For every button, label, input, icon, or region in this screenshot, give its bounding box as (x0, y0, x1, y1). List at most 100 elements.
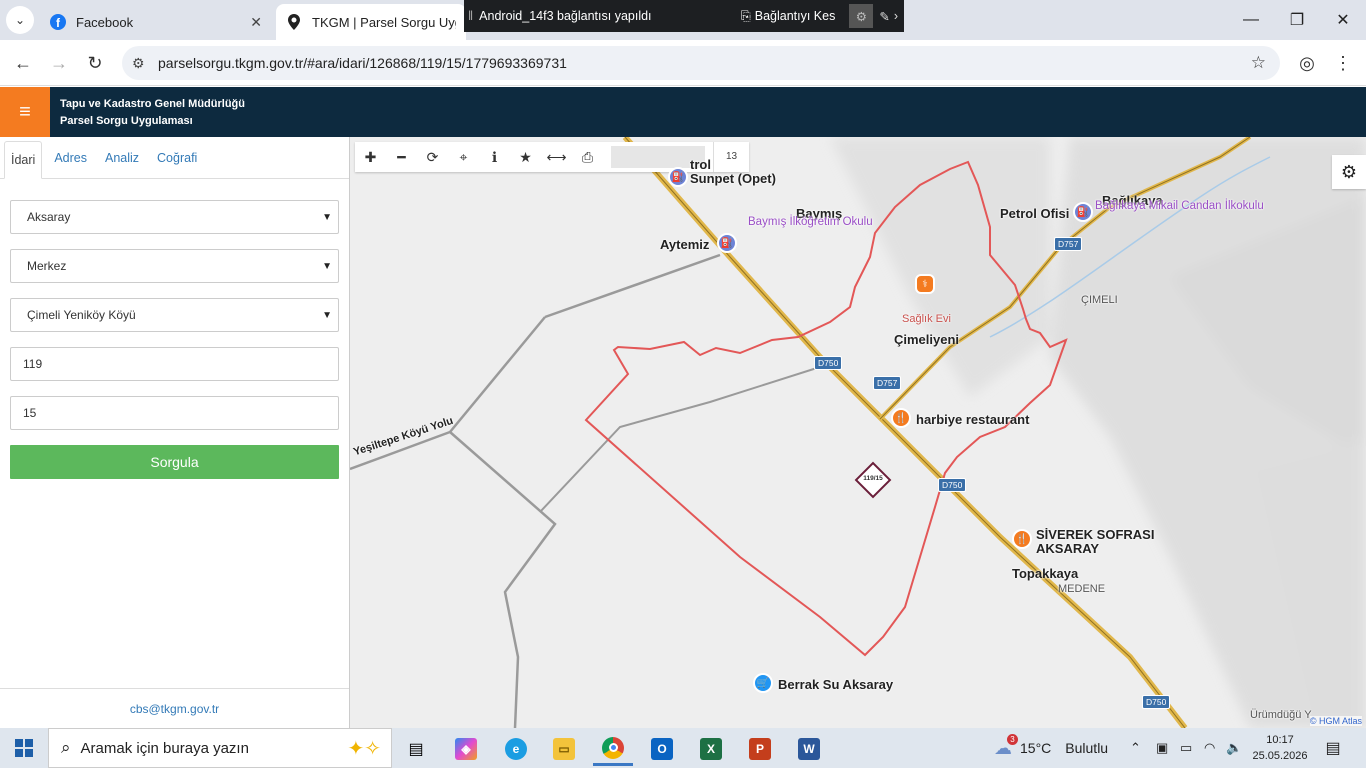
powerpoint-icon[interactable]: P (740, 732, 780, 766)
task-view-icon[interactable]: ▤ (396, 732, 436, 766)
reload-button[interactable]: ↻ (82, 50, 108, 76)
chrome-icon[interactable] (593, 732, 633, 766)
map-label-medene: MEDENE (1058, 583, 1106, 595)
address-bar[interactable]: ⚙ parselsorgu.tkgm.gov.tr/#ara/idari/126… (122, 46, 1280, 80)
meet-now-icon[interactable]: ▣ (1156, 728, 1168, 768)
url-text[interactable]: parselsorgu.tkgm.gov.tr/#ara/idari/12686… (158, 55, 567, 71)
bookmark-star-icon[interactable]: ☆ (1251, 53, 1266, 73)
weather-badge: 3 (1007, 733, 1018, 745)
fuel-station-icon[interactable]: ⛽ (717, 233, 737, 253)
tab-idari[interactable]: İdari (4, 141, 43, 179)
zoom-out-icon[interactable]: ━ (386, 142, 417, 172)
road-shield: D750 (814, 356, 843, 370)
volume-icon[interactable]: 🔈 (1226, 728, 1242, 768)
zoom-in-icon[interactable]: ✚ (355, 142, 386, 172)
health-center-icon[interactable]: ⚕ (915, 274, 935, 294)
weather-widget[interactable]: ☁ 3 15°C Bulutlu (994, 728, 1108, 768)
chevron-right-icon[interactable]: › (894, 9, 898, 23)
refresh-icon[interactable]: ⟳ (417, 142, 448, 172)
map-settings-gear-icon[interactable]: ⚙ (1332, 155, 1366, 189)
search-icon: ⌕ (61, 738, 71, 757)
clock-date: 25.05.2026 (1252, 750, 1308, 762)
notification-center-icon[interactable]: ▤ (1320, 736, 1346, 760)
parsel-value: 15 (23, 406, 37, 420)
weather-desc: Bulutlu (1065, 740, 1109, 756)
close-tab-icon[interactable]: ✕ (250, 14, 262, 31)
map-label-petrol-top: trol (690, 157, 711, 172)
forward-button[interactable]: → (46, 50, 72, 76)
sorgula-button[interactable]: Sorgula (10, 445, 339, 479)
search-placeholder: Aramak için buraya yazın (80, 739, 249, 757)
favorite-star-icon[interactable]: ★ (510, 142, 541, 172)
measure-icon[interactable]: ⟷ (541, 142, 572, 172)
il-select[interactable]: Aksaray ▼ (10, 200, 339, 234)
tab-cografi[interactable]: Coğrafi (151, 137, 203, 179)
chevron-down-icon: ⌄ (14, 13, 26, 27)
menu-kebab-icon[interactable]: ⋮ (1330, 50, 1356, 76)
map-label-saglik-evi: Sağlık Evi (902, 313, 951, 325)
brand-line2: Parsel Sorgu Uygulaması (60, 115, 193, 127)
wifi-icon[interactable]: ◠ (1204, 728, 1215, 768)
fuel-station-icon[interactable]: ⛽ (668, 167, 688, 187)
road-shield: D757 (873, 376, 902, 390)
disconnect-label: Bağlantıyı Kes (754, 9, 836, 23)
restaurant-icon[interactable]: 🍴 (891, 408, 911, 428)
shop-icon[interactable]: 🛒 (753, 673, 773, 693)
ada-input[interactable]: 119 (10, 347, 339, 381)
map-label-cimeli: ÇIMELI (1081, 294, 1118, 306)
fuel-station-icon[interactable]: ⛽ (1073, 202, 1093, 222)
windows-logo-icon (15, 739, 33, 757)
disconnect-button[interactable]: ⎘ Bağlantıyı Kes (741, 9, 836, 24)
start-button[interactable] (0, 728, 48, 768)
map-label-siverek1: SİVEREK SOFRASI (1036, 527, 1155, 542)
restore-button[interactable]: ❐ (1274, 0, 1320, 40)
map-view[interactable]: ✚ ━ ⟳ ⌖ ℹ ★ ⟷ ⎙ 13 ⚙ ⛽ trol Sunpet (Opet… (350, 137, 1366, 728)
facebook-icon: f (50, 14, 66, 30)
minimize-button[interactable]: — (1228, 0, 1274, 40)
hamburger-menu-icon[interactable]: ≡ (0, 87, 50, 137)
locate-icon[interactable]: ⌖ (448, 142, 479, 172)
tab-search-button[interactable]: ⌄ (6, 6, 34, 34)
print-icon[interactable]: ⎙ (572, 142, 603, 172)
word-icon[interactable]: W (789, 732, 829, 766)
road-shield: D750 (1142, 695, 1171, 709)
weather-temp: 15°C (1020, 740, 1052, 756)
ilce-select[interactable]: Merkez ▼ (10, 249, 339, 283)
system-clock[interactable]: 10:17 25.05.2026 (1252, 732, 1308, 764)
copilot-icon[interactable]: ◈ (446, 732, 486, 766)
map-label-urumdugu: Ürümdüğü Y (1250, 709, 1312, 721)
taskbar-search[interactable]: ⌕ Aramak için buraya yazın ✦✧ (48, 728, 392, 768)
parsel-input[interactable]: 15 (10, 396, 339, 430)
edge-icon[interactable]: e (496, 732, 536, 766)
map-attribution[interactable]: © HGM Atlas (1309, 716, 1362, 726)
site-info-icon[interactable]: ⚙ (132, 55, 158, 72)
tab-tkgm[interactable]: TKGM | Parsel Sorgu Uygulan (276, 4, 466, 40)
file-explorer-icon[interactable]: ▭ (544, 732, 584, 766)
close-window-button[interactable]: ✕ (1320, 0, 1366, 40)
back-button[interactable]: ← (10, 50, 36, 76)
restaurant-icon[interactable]: 🍴 (1012, 529, 1032, 549)
tab-analiz[interactable]: Analiz (99, 137, 145, 179)
disconnect-icon: ⎘ (740, 8, 751, 23)
map-label-topakkaya: Topakkaya (1012, 566, 1079, 581)
map-pin-icon (286, 14, 302, 30)
battery-icon[interactable]: ▭ (1180, 728, 1192, 768)
chevron-down-icon: ▼ (322, 211, 332, 223)
pin-icon[interactable]: ✎ (879, 9, 889, 24)
excel-icon[interactable]: X (691, 732, 731, 766)
profile-icon[interactable]: ◎ (1294, 50, 1320, 76)
tray-chevron-up-icon[interactable]: ⌃ (1130, 728, 1141, 768)
ilce-value: Merkez (27, 259, 67, 273)
drag-handle-icon[interactable]: ‖ (468, 9, 473, 23)
chevron-down-icon: ▼ (322, 260, 332, 272)
settings-icon[interactable]: ⚙ (849, 4, 874, 28)
contact-email-link[interactable]: cbs@tkgm.gov.tr (0, 688, 349, 728)
windows-taskbar: ⌕ Aramak için buraya yazın ✦✧ ▤ ◈ e ▭ O … (0, 728, 1366, 768)
mahalle-select[interactable]: Çimeli Yeniköy Köyü ▼ (10, 298, 339, 332)
tab-facebook[interactable]: f Facebook ✕ (40, 4, 272, 40)
info-icon[interactable]: ℹ (479, 142, 510, 172)
outlook-icon[interactable]: O (642, 732, 682, 766)
clock-time: 10:17 (1266, 734, 1294, 746)
road-shield: D750 (938, 478, 967, 492)
tab-adres[interactable]: Adres (48, 137, 93, 179)
